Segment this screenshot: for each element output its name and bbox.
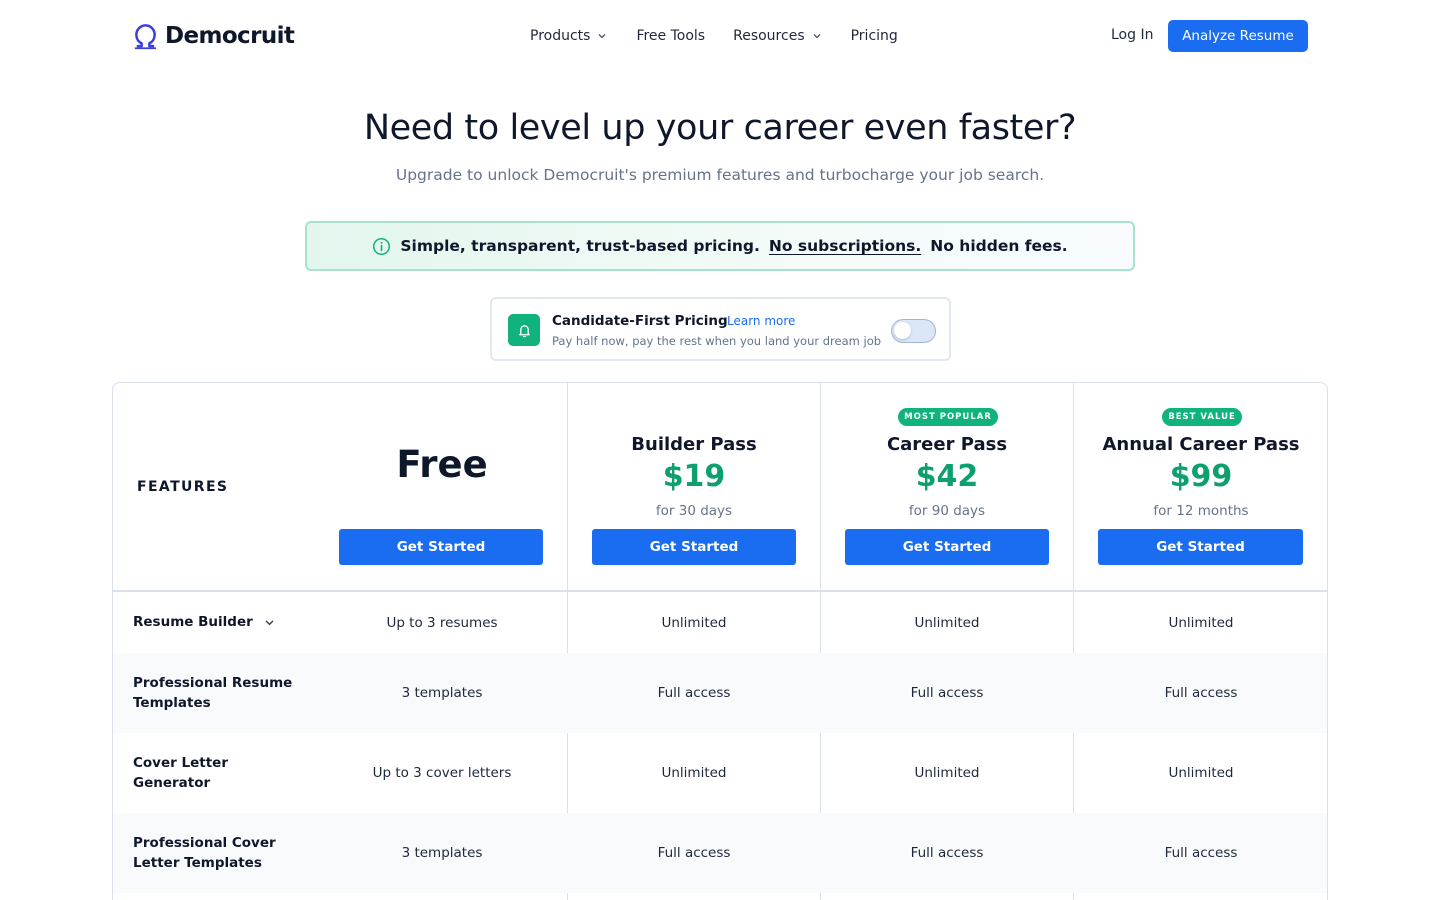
table-cell: Full access xyxy=(1164,685,1238,701)
table-cell: Full access xyxy=(657,845,731,861)
toggle-knob xyxy=(894,322,911,339)
feature-resume-builder-toggle[interactable]: Resume Builder xyxy=(133,612,276,632)
table-cell: Unlimited xyxy=(661,765,727,781)
table-cell: Up to 3 resumes xyxy=(386,614,498,631)
table-cell: Up to 3 cover letters xyxy=(372,765,512,781)
info-icon xyxy=(373,237,391,255)
table-cell: Unlimited xyxy=(1168,614,1234,631)
feature-name: Cover Letter Generator xyxy=(133,755,228,791)
pricing-notice-banner: Simple, transparent, trust-based pricing… xyxy=(305,221,1135,271)
table-cell: Unlimited xyxy=(914,765,980,781)
logo-text: Democruit xyxy=(165,23,295,49)
features-heading: FEATURES xyxy=(137,479,229,495)
candidate-pricing-subtitle: Pay half now, pay the rest when you land… xyxy=(552,334,882,348)
notice-suffix: No hidden fees. xyxy=(930,237,1068,255)
get-started-button-career[interactable]: Get Started xyxy=(845,529,1049,565)
chevron-down-icon xyxy=(813,34,821,39)
site-header: Democruit Products Free Tools Resources … xyxy=(0,0,1440,72)
feature-name: Professional Resume Templates xyxy=(133,675,293,711)
table-cell: Full access xyxy=(910,845,984,861)
table-cell: 3 templates xyxy=(401,685,483,701)
feature-name: Professional Cover Letter Templates xyxy=(133,835,276,871)
table-cell: Unlimited xyxy=(1168,765,1234,781)
table-cell: Unlimited xyxy=(661,614,727,631)
table-cell: Unlimited xyxy=(914,614,980,631)
candidate-first-pricing-card: Candidate-First Pricing Learn more Pay h… xyxy=(490,297,951,361)
table-cell: Full access xyxy=(910,685,984,701)
login-link[interactable]: Log In xyxy=(1111,27,1153,43)
plan-period: for 90 days xyxy=(908,503,986,519)
plan-name: Annual Career Pass xyxy=(1102,434,1300,455)
nav-label: Free Tools xyxy=(636,28,706,44)
table-cell: 3 templates xyxy=(401,845,483,861)
table-cell: Full access xyxy=(1164,845,1238,861)
plan-name: Career Pass xyxy=(886,434,1008,455)
plan-annual-career-pass: BEST VALUE Annual Career Pass $99 for 12… xyxy=(1074,383,1327,590)
pricing-table: FEATURES Free Get Started Builder Pass $… xyxy=(112,382,1328,900)
table-row: Professional Cover Letter Templates 3 te… xyxy=(113,813,1327,893)
table-row: Professional Resume Templates 3 template… xyxy=(113,653,1327,733)
plan-free: Free Get Started xyxy=(327,383,557,590)
candidate-pricing-title: Candidate-First Pricing xyxy=(552,313,728,329)
plan-builder-pass: Builder Pass $19 for 30 days Get Started xyxy=(568,383,820,590)
nav-item-pricing[interactable]: Pricing xyxy=(851,28,898,44)
learn-more-link[interactable]: Learn more xyxy=(727,314,795,328)
get-started-button-builder[interactable]: Get Started xyxy=(592,529,796,565)
plan-price: $99 xyxy=(1169,459,1233,494)
chevron-down-icon xyxy=(265,619,274,625)
analyze-resume-button[interactable]: Analyze Resume xyxy=(1168,20,1308,52)
no-subscriptions-link[interactable]: No subscriptions. xyxy=(769,237,921,255)
most-popular-badge: MOST POPULAR xyxy=(898,408,998,426)
main-nav: Products Free Tools Resources Pricing xyxy=(530,26,926,46)
nav-label: Products xyxy=(530,28,591,44)
nav-item-products[interactable]: Products xyxy=(530,28,608,44)
plan-price: $42 xyxy=(915,459,979,494)
candidate-pricing-toggle[interactable] xyxy=(891,319,936,343)
best-value-badge: BEST VALUE xyxy=(1162,408,1242,426)
nav-label: Pricing xyxy=(850,28,898,44)
notice-text: Simple, transparent, trust-based pricing… xyxy=(400,237,760,255)
plan-name: Builder Pass xyxy=(631,434,757,455)
table-row: Cover Letter Generator Up to 3 cover let… xyxy=(113,733,1327,813)
nav-item-resources[interactable]: Resources xyxy=(733,28,823,44)
chevron-down-icon xyxy=(598,34,606,39)
plan-period: for 12 months xyxy=(1153,503,1249,519)
plan-career-pass: MOST POPULAR Career Pass $42 for 90 days… xyxy=(821,383,1073,590)
nav-item-free-tools[interactable]: Free Tools xyxy=(636,28,705,44)
table-row: Resume Builder Up to 3 resumes Unlimited… xyxy=(113,592,1327,653)
plan-period: for 30 days xyxy=(655,503,733,519)
omega-logo-icon xyxy=(134,23,157,49)
bell-icon xyxy=(518,324,530,337)
feature-name: Resume Builder xyxy=(133,614,253,630)
get-started-button-annual[interactable]: Get Started xyxy=(1098,529,1303,565)
logo[interactable]: Democruit xyxy=(132,22,295,50)
get-started-button-free[interactable]: Get Started xyxy=(339,529,543,565)
plan-name: Free xyxy=(396,443,488,486)
page-title: Need to level up your career even faster… xyxy=(363,108,1077,148)
table-cell: Full access xyxy=(657,685,731,701)
page-subtitle: Upgrade to unlock Democruit's premium fe… xyxy=(395,166,1045,184)
candidate-pricing-badge xyxy=(508,314,540,346)
plan-price: $19 xyxy=(662,459,726,494)
nav-label: Resources xyxy=(733,28,805,44)
